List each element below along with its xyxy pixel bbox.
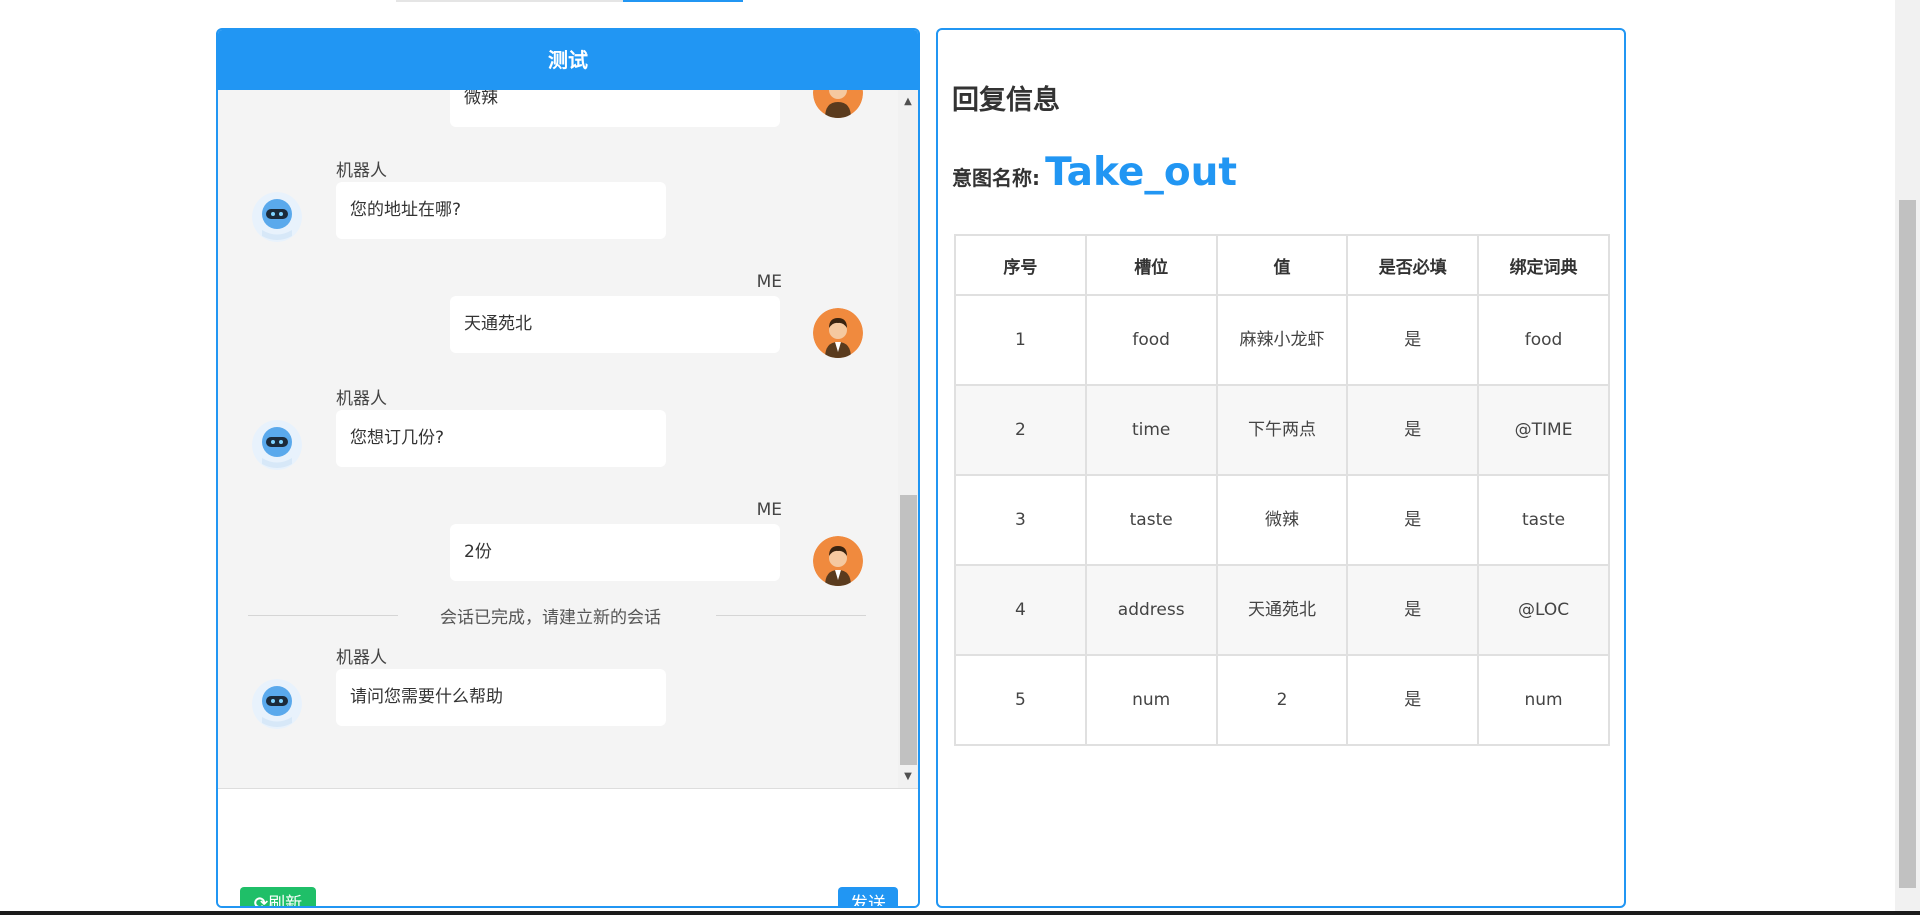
robot-avatar-icon [252, 420, 302, 470]
intent-row: 意图名称: Take_out [952, 150, 1237, 195]
table-cell: @LOC [1477, 564, 1610, 656]
session-divider-line [716, 615, 866, 616]
reply-info-panel: 回复信息 意图名称: Take_out 序号 槽位 值 是否必填 绑定词典 1 … [936, 28, 1626, 908]
table-row: 4 address 天通苑北 是 @LOC [954, 564, 1610, 656]
table-row: 5 num 2 是 num [954, 654, 1610, 746]
table-row: 1 food 麻辣小龙虾 是 food [954, 294, 1610, 386]
chat-title: 测试 [218, 30, 918, 90]
user-avatar-icon [813, 308, 863, 358]
refresh-button-label: 刷新 [268, 894, 303, 908]
table-cell: 5 [954, 654, 1087, 746]
table-cell: 微辣 [1215, 474, 1349, 566]
reply-info-title: 回复信息 [952, 85, 1060, 116]
column-header: 值 [1215, 234, 1349, 296]
top-button-edge[interactable] [623, 0, 743, 2]
table-cell: food [1084, 294, 1218, 386]
message-sender: 机器人 [336, 648, 387, 668]
table-cell: 是 [1346, 654, 1480, 746]
message-sender: ME [756, 500, 782, 520]
table-cell: 是 [1346, 294, 1480, 386]
message-bubble: 请问您需要什么帮助 [336, 669, 666, 726]
table-cell: num [1477, 654, 1610, 746]
user-avatar-icon [813, 536, 863, 586]
table-cell: 1 [954, 294, 1087, 386]
table-cell: 麻辣小龙虾 [1215, 294, 1349, 386]
send-button[interactable]: 发送 [838, 887, 898, 906]
table-cell: 3 [954, 474, 1087, 566]
column-header: 是否必填 [1346, 234, 1480, 296]
table-cell: taste [1477, 474, 1610, 566]
message-bubble: 您想订几份? [336, 410, 666, 467]
intent-label: 意图名称: [952, 166, 1040, 190]
table-cell: food [1477, 294, 1610, 386]
top-input-field-edge[interactable] [396, 0, 623, 2]
table-cell: taste [1084, 474, 1218, 566]
chat-panel: 测试 微辣 机器人 您的地址在哪? ME 天通苑北 机器人 您想订几份? ME … [216, 28, 920, 908]
column-header: 序号 [954, 234, 1087, 296]
slot-table: 序号 槽位 值 是否必填 绑定词典 1 food 麻辣小龙虾 是 food 2 … [954, 234, 1610, 746]
message-bubble: 微辣 [450, 90, 780, 127]
table-cell: 4 [954, 564, 1087, 656]
scroll-down-arrow-icon[interactable]: ▼ [898, 768, 918, 786]
message-bubble: 2份 [450, 524, 780, 581]
table-cell: 是 [1346, 564, 1480, 656]
table-row: 3 taste 微辣 是 taste [954, 474, 1610, 566]
column-header: 槽位 [1084, 234, 1218, 296]
message-bubble: 天通苑北 [450, 296, 780, 353]
user-avatar-icon [813, 90, 863, 118]
table-cell: 是 [1346, 474, 1480, 566]
message-sender: ME [756, 272, 782, 292]
message-sender: 机器人 [336, 161, 387, 181]
session-ended-notice: 会话已完成，请建立新的会话 [440, 608, 661, 628]
table-cell: time [1084, 384, 1218, 476]
window-bottom-edge [0, 911, 1920, 915]
table-cell: 2 [954, 384, 1087, 476]
robot-avatar-icon [252, 679, 302, 729]
table-cell: @TIME [1477, 384, 1610, 476]
chat-message-list[interactable]: 微辣 机器人 您的地址在哪? ME 天通苑北 机器人 您想订几份? ME 2份 … [218, 90, 918, 788]
chat-scrollbar[interactable]: ▲ ▼ [898, 90, 918, 788]
session-divider-line [248, 615, 398, 616]
refresh-icon: ⟳ [253, 894, 269, 908]
table-header-row: 序号 槽位 值 是否必填 绑定词典 [954, 234, 1610, 296]
table-cell: num [1084, 654, 1218, 746]
robot-avatar-icon [252, 192, 302, 242]
message-input-area[interactable]: ⟳刷新 发送 [218, 788, 918, 908]
message-sender: 机器人 [336, 389, 387, 409]
message-bubble: 您的地址在哪? [336, 182, 666, 239]
table-cell: 下午两点 [1215, 384, 1349, 476]
column-header: 绑定词典 [1477, 234, 1610, 296]
table-cell: 天通苑北 [1215, 564, 1349, 656]
table-row: 2 time 下午两点 是 @TIME [954, 384, 1610, 476]
table-cell: address [1084, 564, 1218, 656]
table-cell: 2 [1215, 654, 1349, 746]
intent-name: Take_out [1045, 150, 1238, 195]
refresh-button[interactable]: ⟳刷新 [240, 887, 316, 908]
scroll-up-arrow-icon[interactable]: ▲ [898, 93, 918, 111]
table-cell: 是 [1346, 384, 1480, 476]
chat-scrollbar-thumb[interactable] [900, 495, 917, 765]
page-scrollbar-thumb[interactable] [1899, 200, 1916, 888]
